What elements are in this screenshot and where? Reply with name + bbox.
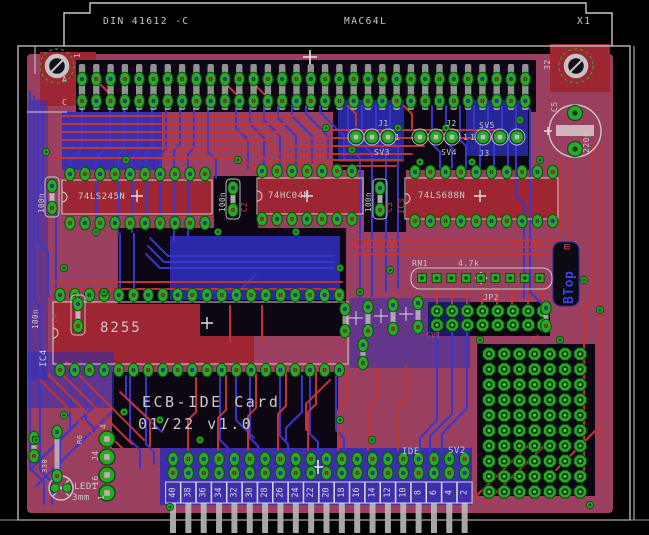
ide-pin: [385, 503, 391, 533]
cap220-value: 220µ: [582, 132, 591, 153]
ide-pin: [216, 503, 222, 533]
ide-pin: [339, 503, 345, 533]
ide-pin: [247, 503, 253, 533]
pin-number: 18: [337, 487, 347, 497]
pin-number: 32: [229, 487, 239, 497]
ide-pin: [308, 503, 314, 533]
pin-number: 10: [398, 487, 408, 497]
ide-pin: [293, 503, 299, 533]
ide-pin: [185, 503, 191, 533]
ide-pin: [431, 503, 437, 533]
rn1-ref: RN1: [412, 259, 428, 268]
pin-number: 16: [352, 487, 362, 497]
c3-ref: C3: [385, 202, 394, 212]
ide-pin: [324, 503, 330, 533]
pin-number: 20: [322, 487, 332, 497]
sv3-ref: SV3: [374, 148, 390, 157]
j1-ref: J1: [378, 119, 389, 128]
ide-pin: [201, 503, 207, 533]
connector-ref-label: X1: [577, 16, 591, 27]
ide-pin: [370, 503, 376, 533]
btop-text: BTop: [562, 271, 577, 304]
pin-number: 22: [306, 487, 316, 497]
pin-number: 6: [429, 490, 439, 495]
jumper-sv3[interactable]: [348, 129, 396, 145]
pin-number: 26: [275, 487, 285, 497]
j4-ref: J4: [91, 450, 100, 461]
cap4-value: 100n: [31, 309, 40, 329]
ic4-value: 8255: [100, 320, 142, 336]
pin-number: 2: [460, 490, 470, 495]
btop-mirror-text: m: [560, 243, 573, 250]
pin-number: 38: [183, 487, 193, 497]
a1-marker: a1: [531, 334, 540, 342]
j2-ref: J2: [446, 119, 457, 128]
j4-pin4: 4: [99, 424, 108, 429]
c5-ref: C5: [550, 101, 559, 112]
pcb-editor-window: 403836343230282624222018161412108642DIN …: [0, 0, 649, 535]
sv3-pin1: 1: [395, 133, 400, 142]
connector-type-label: DIN 41612 -C: [103, 16, 190, 27]
sv1-ref: SV1: [426, 331, 441, 340]
pin-number: 4: [444, 490, 454, 495]
ide-pin: [462, 503, 468, 533]
config-jumpers[interactable]: [348, 129, 525, 145]
r6-ref: R6: [76, 435, 84, 444]
j4-pin1: 1: [97, 495, 106, 500]
board-version: 01/22 v1.0: [138, 415, 253, 433]
jumper-sv5[interactable]: [475, 129, 525, 145]
ide-pin: [446, 503, 452, 533]
pin-number: 30: [245, 487, 255, 497]
sv2-ref: SV2: [448, 446, 466, 456]
pin-number: 40: [168, 487, 178, 497]
ide-pin: [416, 503, 422, 533]
c2-ref: C2: [240, 202, 249, 212]
pin-number: 14: [368, 487, 378, 497]
jp2-ref: JP2: [483, 293, 499, 302]
pin-number: 28: [260, 487, 270, 497]
pin-number: 24: [291, 487, 301, 497]
led1-ref: LED1: [74, 482, 98, 492]
ide-pin: [231, 503, 237, 533]
connector-family-label: MAC64L: [344, 16, 387, 27]
led1-size: 3mm: [72, 493, 90, 503]
board-title: ECB-IDE Card: [142, 393, 280, 411]
j3-ref: J3: [479, 149, 490, 158]
row-c-label: C: [62, 98, 67, 107]
c4-ref: C4: [50, 313, 59, 323]
ic3-ref: IC3: [397, 198, 406, 214]
pcb-canvas[interactable]: 403836343230282624222018161412108642DIN …: [0, 0, 649, 535]
resistor-network-rn1[interactable]: [418, 274, 545, 283]
cap2-value: 100n: [218, 192, 227, 212]
ide-pin: [277, 503, 283, 533]
ide-pin: [400, 503, 406, 533]
rn1-value: 4.7k: [458, 259, 479, 268]
jumper-sv4[interactable]: [412, 129, 460, 145]
ic2-value: 74HC04N: [268, 191, 309, 201]
ide-label: IDE: [402, 447, 420, 457]
pin-number: 34: [214, 487, 224, 497]
sv4-ref: SV4: [441, 148, 457, 157]
pin-number: 8: [414, 490, 424, 495]
pin32-marker: 32: [543, 59, 552, 70]
ic1-value: 74LS245N: [78, 192, 125, 202]
pin-number: 36: [199, 487, 209, 497]
ide-pin: [262, 503, 268, 533]
r6-value: 330: [41, 459, 49, 473]
ic3-value: 74LS688N: [418, 191, 465, 201]
sv5-pin1: 1: [470, 133, 475, 142]
row-a-label: A: [62, 75, 67, 84]
cap1-value: 100n: [37, 193, 46, 213]
pin-number: 12: [383, 487, 393, 497]
ide-pin: [354, 503, 360, 533]
pin1-marker: 1: [73, 53, 82, 58]
sv5-ref: SV5: [479, 121, 495, 130]
sv4-pin1: 1: [463, 133, 468, 142]
ic4-ref: IC4: [39, 349, 49, 367]
cap3-value: 100n: [364, 192, 373, 212]
